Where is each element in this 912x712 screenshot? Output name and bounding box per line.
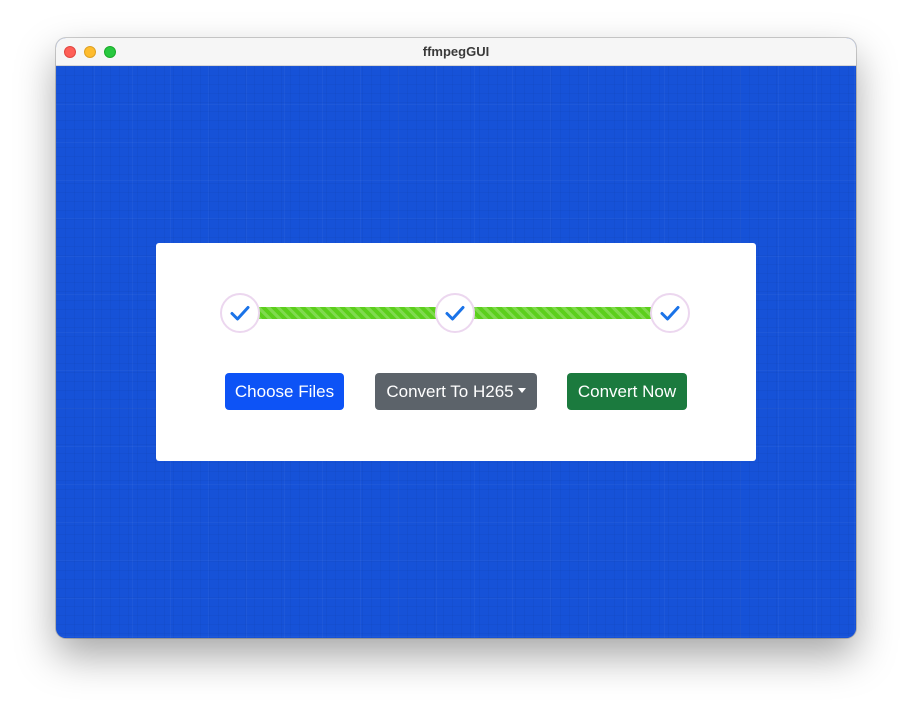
- progress-stepper: [220, 293, 692, 333]
- convert-format-dropdown[interactable]: Convert To H265: [375, 373, 537, 410]
- convert-now-button[interactable]: Convert Now: [567, 373, 687, 410]
- check-icon: [230, 306, 250, 321]
- step-2-complete: [435, 293, 475, 333]
- step-1-complete: [220, 293, 260, 333]
- window-title: ffmpegGUI: [422, 44, 490, 59]
- choose-files-label: Choose Files: [234, 382, 335, 401]
- check-icon: [660, 306, 680, 321]
- step-connector-1: [258, 307, 436, 319]
- app-window: ffmpegGUI Choose Files Convert To H265 C…: [56, 38, 856, 638]
- check-icon: [445, 306, 465, 321]
- step-3-complete: [650, 293, 690, 333]
- choose-files-button[interactable]: Choose Files: [225, 373, 344, 410]
- title-bar[interactable]: ffmpegGUI: [56, 38, 856, 66]
- convert-format-label: Convert To H265: [386, 382, 514, 401]
- converter-card: Choose Files Convert To H265 Convert Now: [156, 243, 756, 461]
- step-connector-2: [474, 307, 652, 319]
- caret-down-icon: [517, 388, 526, 394]
- convert-now-label: Convert Now: [577, 382, 677, 401]
- main-content: Choose Files Convert To H265 Convert Now: [56, 66, 856, 638]
